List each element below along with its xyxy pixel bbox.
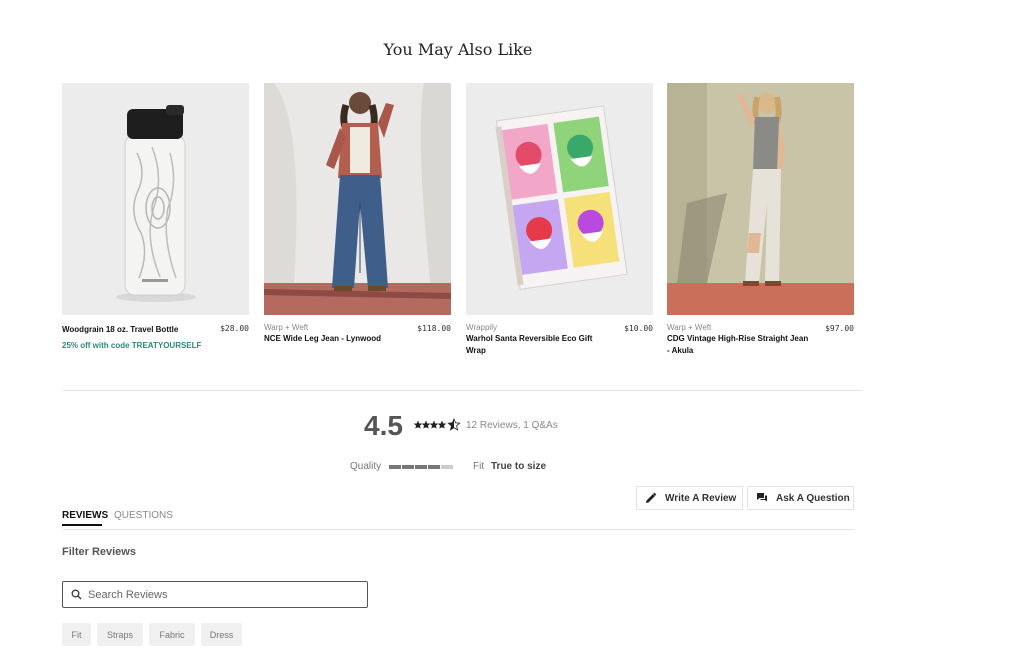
average-rating: 4.5 bbox=[364, 410, 403, 441]
tabs-divider bbox=[62, 529, 854, 530]
fit-value: True to size bbox=[491, 461, 547, 472]
product-carousel: Woodgrain 18 oz. Travel Bottle $28.00 25… bbox=[62, 83, 854, 373]
product-brand: Warp + Weft bbox=[667, 323, 712, 332]
product-price: $97.00 bbox=[825, 324, 854, 333]
product-image-wide-leg-jean[interactable] bbox=[264, 83, 451, 315]
quality-segment bbox=[389, 465, 401, 469]
tab-questions[interactable]: QUESTIONS bbox=[114, 510, 173, 521]
ask-question-button[interactable]: Ask A Question bbox=[747, 486, 854, 510]
chat-icon bbox=[757, 493, 767, 502]
fit-label: Fit bbox=[473, 461, 485, 472]
tab-reviews[interactable]: REVIEWS bbox=[62, 510, 108, 521]
product-image-straight-jean[interactable] bbox=[667, 83, 854, 315]
product-card[interactable]: Warp + Weft CDG Vintage High-Rise Straig… bbox=[667, 83, 854, 383]
product-image-gift-wrap[interactable] bbox=[466, 83, 653, 315]
write-review-button[interactable]: Write A Review bbox=[636, 486, 743, 510]
product-brand: Wrappily bbox=[466, 323, 497, 332]
product-brand: Warp + Weft bbox=[264, 323, 309, 332]
search-reviews-box[interactable] bbox=[62, 581, 368, 608]
star-icon bbox=[437, 420, 447, 429]
quality-segment bbox=[402, 465, 414, 469]
section-divider bbox=[62, 390, 862, 391]
quality-meter bbox=[389, 465, 453, 469]
star-icon bbox=[413, 420, 423, 429]
product-name[interactable]: Warhol Santa Reversible Eco Gift Wrap bbox=[466, 333, 611, 357]
quality-segment bbox=[428, 465, 440, 469]
star-icon bbox=[429, 420, 439, 429]
product-card[interactable]: Woodgrain 18 oz. Travel Bottle $28.00 25… bbox=[62, 83, 249, 383]
recommendations-title: You May Also Like bbox=[383, 40, 533, 59]
filter-chip-straps[interactable]: Straps bbox=[97, 623, 143, 646]
product-card[interactable]: Wrappily Warhol Santa Reversible Eco Gif… bbox=[466, 83, 653, 383]
quality-segment bbox=[441, 465, 453, 469]
ask-question-label: Ask A Question bbox=[776, 492, 850, 504]
product-name[interactable]: CDG Vintage High-Rise Straight Jean - Ak… bbox=[667, 333, 812, 357]
star-rating bbox=[413, 417, 462, 435]
filter-reviews-title: Filter Reviews bbox=[62, 546, 136, 558]
pencil-icon bbox=[646, 492, 657, 503]
quality-segment bbox=[415, 465, 427, 469]
quality-label: Quality bbox=[350, 461, 382, 472]
active-tab-indicator bbox=[62, 524, 102, 526]
review-count[interactable]: 12 Reviews, 1 Q&As bbox=[466, 420, 558, 431]
filter-chip-fabric[interactable]: Fabric bbox=[149, 623, 195, 646]
product-image-travel-bottle[interactable] bbox=[62, 83, 249, 315]
search-reviews-input[interactable] bbox=[88, 588, 348, 601]
search-icon bbox=[71, 589, 82, 600]
product-name[interactable]: Woodgrain 18 oz. Travel Bottle bbox=[62, 324, 207, 336]
product-promo: 25% off with code TREATYOURSELF bbox=[62, 341, 202, 350]
product-name[interactable]: NCE Wide Leg Jean - Lynwood bbox=[264, 333, 409, 345]
write-review-label: Write A Review bbox=[665, 492, 737, 504]
filter-chip-fit[interactable]: Fit bbox=[62, 623, 91, 646]
product-price: $10.00 bbox=[624, 324, 653, 333]
product-price: $28.00 bbox=[220, 324, 249, 333]
product-price: $118.00 bbox=[417, 324, 451, 333]
product-card[interactable]: Warp + Weft NCE Wide Leg Jean - Lynwood … bbox=[264, 83, 451, 383]
star-icon bbox=[421, 420, 431, 429]
filter-chip-dress[interactable]: Dress bbox=[201, 623, 242, 646]
